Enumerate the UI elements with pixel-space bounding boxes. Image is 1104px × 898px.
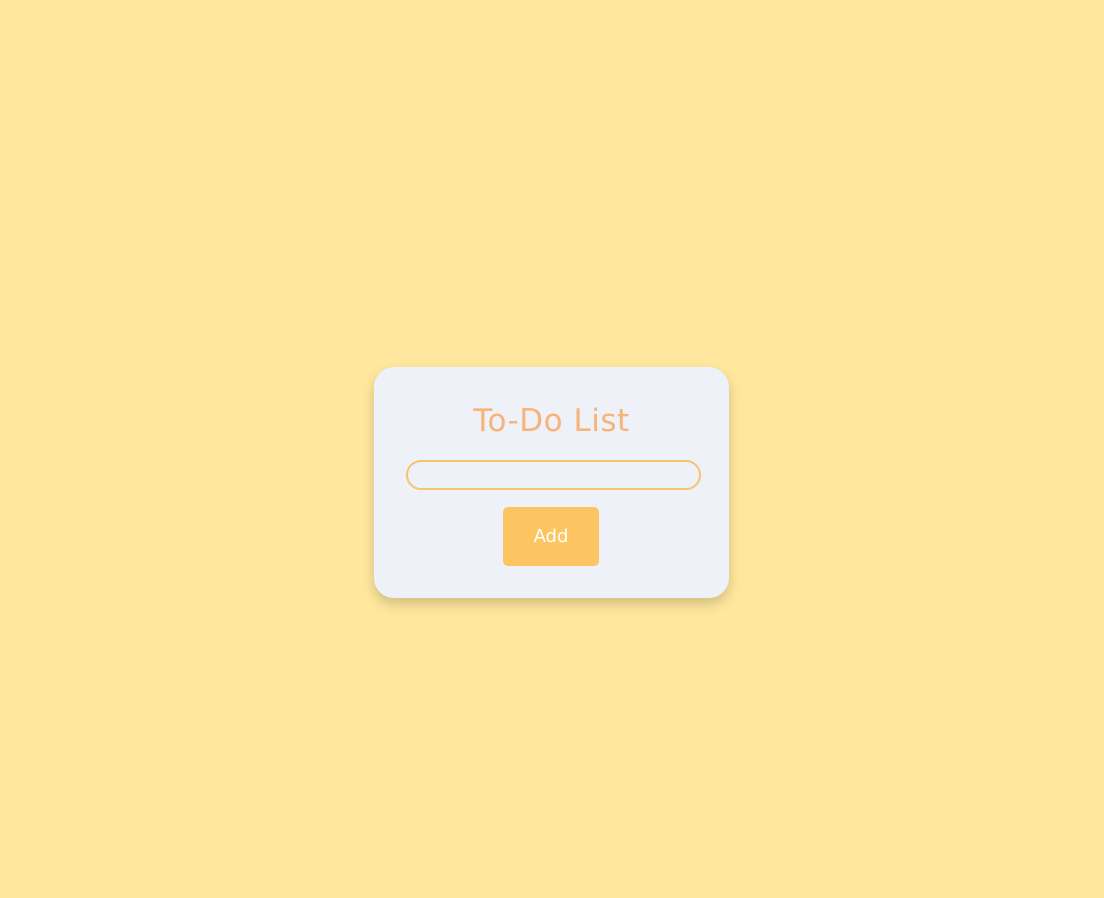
add-button[interactable]: Add	[503, 507, 599, 566]
page-title: To-Do List	[473, 403, 630, 439]
task-input[interactable]	[406, 460, 701, 490]
page-background: { "app": { "title": "To-Do List" }, "tas…	[0, 0, 1104, 898]
todo-card: To-Do List Add	[374, 367, 729, 598]
